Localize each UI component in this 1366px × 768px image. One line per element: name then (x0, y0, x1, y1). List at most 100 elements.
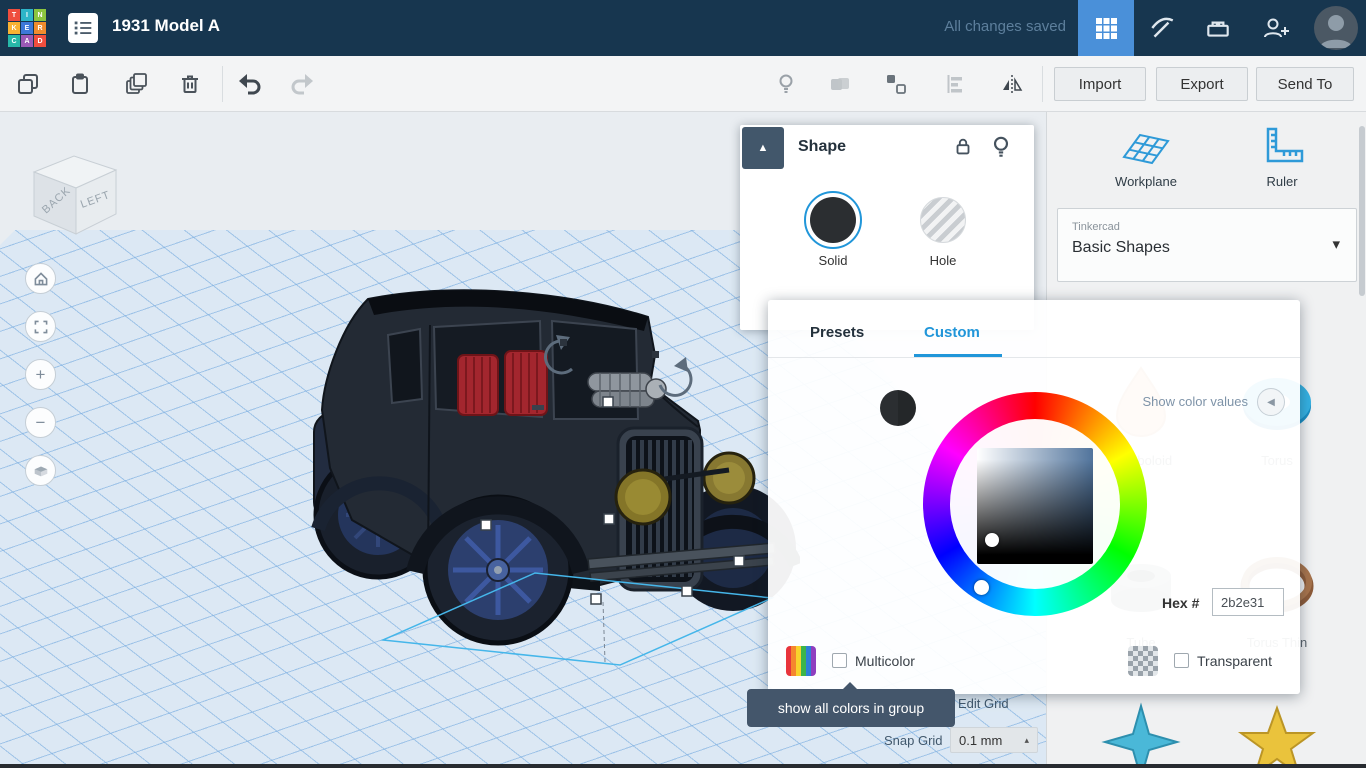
shape-library-dropdown[interactable]: Tinkercad Basic Shapes ▾ (1057, 208, 1357, 282)
toolbar-divider (1042, 66, 1043, 102)
grid-icon (1096, 18, 1117, 39)
bottom-edge-strip (0, 764, 1366, 768)
send-to-button[interactable]: Send To (1256, 67, 1354, 101)
blocks-editor-button[interactable] (1134, 0, 1190, 56)
dashboard-grid-button[interactable] (1078, 0, 1134, 56)
hole-option[interactable]: Hole (908, 191, 978, 268)
logo-tile: C (8, 35, 20, 47)
view-cube[interactable]: BACK LEFT (22, 146, 122, 238)
lock-icon (956, 138, 970, 155)
workplane-tool-button[interactable]: Workplane (1091, 124, 1201, 189)
zoom-out-button[interactable]: − (25, 407, 56, 438)
panel-scrollbar[interactable] (1359, 126, 1365, 296)
hue-cursor[interactable] (974, 580, 989, 595)
logo-tile: T (8, 9, 20, 21)
import-button[interactable]: Import (1054, 67, 1146, 101)
lightbulb-icon (993, 136, 1009, 157)
transparent-swatch[interactable] (1128, 646, 1158, 676)
scale-handle[interactable] (602, 396, 614, 408)
tab-divider (768, 357, 1300, 358)
hex-label: Hex # (1162, 595, 1200, 611)
tinkercad-logo[interactable]: T I N K E R C A D (8, 9, 46, 47)
duplicate-button[interactable] (116, 64, 156, 104)
bricks-editor-button[interactable] (1190, 0, 1246, 56)
group-icon (831, 78, 849, 90)
pickaxe-icon (1151, 17, 1174, 38)
duplicate-icon (126, 73, 147, 94)
design-properties-icon (74, 21, 92, 35)
tab-custom[interactable]: Custom (924, 324, 980, 341)
delete-button[interactable] (170, 64, 210, 104)
undo-button[interactable] (230, 64, 270, 104)
multicolor-checkbox[interactable] (832, 653, 847, 668)
edit-grid-button[interactable]: Edit Grid (958, 696, 1009, 711)
ruler-icon (1266, 127, 1304, 163)
shape-panel-title: Shape (798, 138, 847, 155)
perspective-toggle-button[interactable] (25, 455, 56, 486)
logo-tile: E (21, 22, 33, 34)
scale-handle[interactable] (681, 585, 693, 597)
redo-button[interactable] (282, 64, 322, 104)
group-button[interactable] (820, 64, 860, 104)
snap-grid-value: 0.1 mm (959, 732, 1003, 748)
lock-button[interactable] (952, 136, 974, 163)
undo-icon (239, 74, 261, 95)
export-button[interactable]: Export (1156, 67, 1248, 101)
toggle-visibility-button[interactable] (766, 64, 806, 104)
lightbulb-icon (779, 74, 793, 93)
hole-label: Hole (929, 253, 957, 268)
solid-label: Solid (818, 253, 848, 268)
library-selected: Basic Shapes (1072, 239, 1170, 256)
copy-icon (18, 74, 38, 94)
copy-button[interactable] (8, 64, 48, 104)
ruler-tool-button[interactable]: Ruler (1227, 124, 1337, 189)
transparent-checkbox[interactable] (1174, 653, 1189, 668)
zoom-in-button[interactable]: + (25, 359, 56, 390)
logo-tile: I (21, 9, 33, 21)
home-view-button[interactable] (25, 263, 56, 294)
top-bar: T I N K E R C A D 1931 Model A All chang… (0, 0, 1366, 56)
saturation-value-square[interactable] (977, 448, 1093, 564)
collapse-panel-button[interactable]: ▲ (742, 127, 784, 169)
invite-person-icon (1264, 18, 1289, 38)
scale-handle[interactable] (480, 519, 492, 531)
mirror-icon (1003, 75, 1023, 93)
selection-midpoint-handle[interactable] (652, 351, 659, 358)
scale-handle[interactable] (733, 555, 745, 567)
star-thumb (1237, 705, 1317, 768)
sv-cursor[interactable] (985, 533, 999, 547)
mirror-button[interactable] (992, 64, 1032, 104)
design-title[interactable]: 1931 Model A (112, 16, 220, 36)
invite-button[interactable] (1246, 0, 1306, 56)
ungroup-button[interactable] (876, 64, 916, 104)
snap-grid-select[interactable]: 0.1 mm ▴ (950, 727, 1038, 753)
scale-handle[interactable] (603, 513, 615, 525)
hide-shape-button[interactable] (988, 134, 1014, 165)
hex-input[interactable] (1212, 588, 1284, 616)
solid-option[interactable]: Solid (798, 191, 868, 268)
gallery-item-star[interactable] (1217, 700, 1337, 768)
tab-presets[interactable]: Presets (810, 324, 864, 341)
multicolor-label: Multicolor (855, 653, 915, 669)
model-car[interactable] (300, 277, 800, 677)
brick-icon (1207, 21, 1229, 37)
edit-toolbar: Import Export Send To (0, 56, 1366, 112)
align-button[interactable] (934, 64, 974, 104)
tinkercad-app: T I N K E R C A D 1931 Model A All chang… (0, 0, 1366, 768)
design-menu-button[interactable] (68, 13, 98, 43)
color-picker-popup: Presets Custom Show color values ◀ Hex #… (768, 300, 1300, 694)
multicolor-swatch[interactable] (786, 646, 816, 676)
show-color-values-button[interactable]: ◀ (1257, 388, 1285, 416)
fit-view-button[interactable] (25, 311, 56, 342)
orthographic-cube-icon (34, 466, 47, 476)
logo-tile: A (21, 35, 33, 47)
current-color-swatch (880, 390, 916, 426)
paste-button[interactable] (60, 64, 100, 104)
scale-handle[interactable] (590, 593, 602, 605)
selection-midpoint-handle[interactable] (560, 339, 567, 346)
account-avatar[interactable] (1314, 6, 1358, 50)
logo-tile: D (34, 35, 46, 47)
trash-icon (182, 75, 198, 93)
toolbar-divider (222, 66, 223, 102)
gallery-item-star4[interactable] (1081, 700, 1201, 768)
